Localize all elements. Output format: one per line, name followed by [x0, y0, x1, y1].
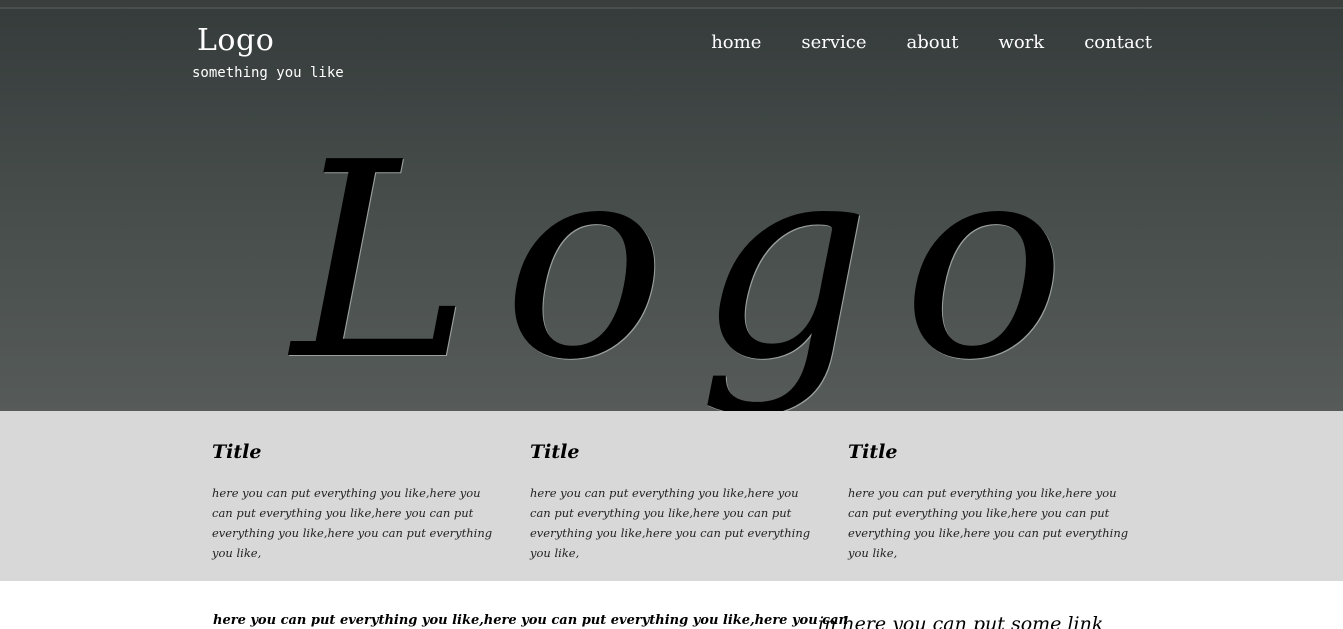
feature-body: here you can put everything you like,her…	[848, 486, 1129, 560]
top-border-bar	[0, 0, 1343, 9]
nav-link-work[interactable]: work	[998, 32, 1044, 53]
hero-section: Logo something you like home service abo…	[0, 9, 1343, 411]
footer-link[interactable]: in here you can put some link	[818, 613, 1103, 629]
feature-title: Title	[212, 441, 262, 463]
footer-text: here you can put everything you like,her…	[213, 613, 848, 628]
footer-section: here you can put everything you like,her…	[0, 581, 1343, 629]
feature-card: Title here you can put everything you li…	[530, 441, 812, 563]
nav-link-home[interactable]: home	[711, 32, 761, 53]
main-nav: home service about work contact	[711, 32, 1152, 53]
nav-link-service[interactable]: service	[801, 32, 866, 53]
nav-link-about[interactable]: about	[907, 32, 959, 53]
brand-tagline: something you like	[192, 65, 344, 81]
feature-title: Title	[530, 441, 580, 463]
feature-body: here you can put everything you like,her…	[212, 486, 493, 560]
feature-body: here you can put everything you like,her…	[530, 486, 811, 560]
hero-logo-script: Logo	[292, 104, 1098, 411]
features-section: Title here you can put everything you li…	[0, 411, 1343, 581]
feature-title: Title	[848, 441, 898, 463]
feature-card: Title here you can put everything you li…	[212, 441, 494, 563]
brand-title[interactable]: Logo	[197, 23, 274, 58]
nav-link-contact[interactable]: contact	[1084, 32, 1152, 53]
feature-card: Title here you can put everything you li…	[848, 441, 1130, 563]
